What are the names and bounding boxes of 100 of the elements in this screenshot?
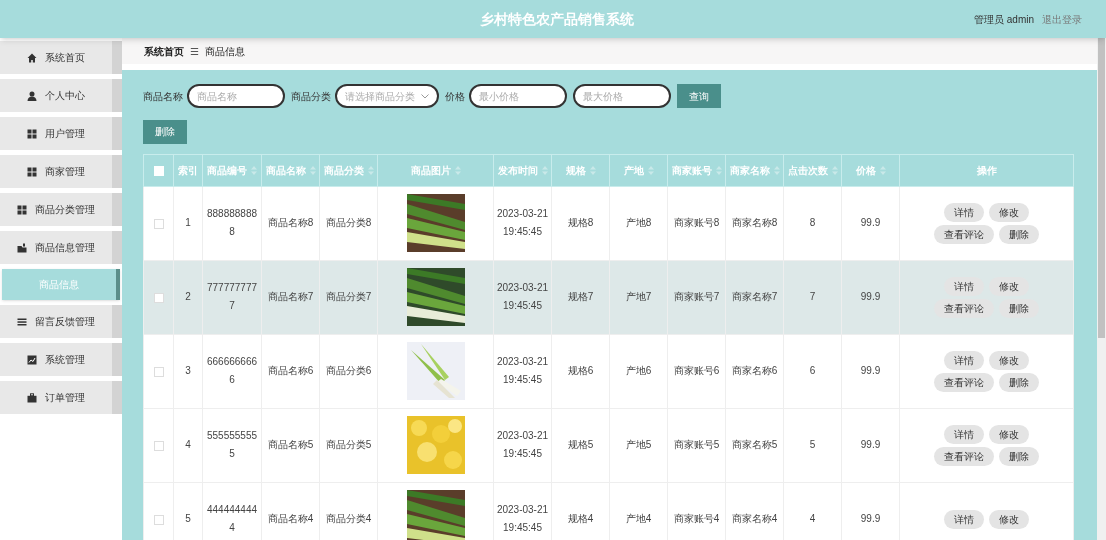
- sidebar-item[interactable]: 订单管理: [0, 381, 122, 414]
- sidebar-item[interactable]: 留言反馈管理: [0, 305, 122, 338]
- scrollbar[interactable]: [1097, 38, 1106, 540]
- table-cell-text: 商品名称8: [267, 216, 314, 230]
- delete-row-button[interactable]: 删除: [999, 224, 1039, 244]
- table-cell-text: 规格8: [567, 216, 594, 230]
- breadcrumb-link[interactable]: 系统首页: [144, 43, 184, 59]
- sort-icon[interactable]: [367, 165, 374, 175]
- delete-row-button[interactable]: 删除: [999, 298, 1039, 318]
- table-cell-text: 3: [185, 364, 191, 378]
- table-cell-text: 商家名称5: [731, 438, 778, 452]
- column-header: 商品图片: [410, 163, 451, 178]
- sidebar-item[interactable]: 商家管理: [0, 155, 122, 188]
- edit-button[interactable]: 修改: [989, 276, 1029, 296]
- table-cell-text: 2023-03-21 19:45:45: [496, 281, 549, 313]
- table-row[interactable]: 2 7777777777 商品名称7 商品分类7 2023-03-21 19:45:45 规格7 产地7 商家账号7 商家名称7 7 99.9 详情 修改 查看评论 删除: [143, 260, 1074, 334]
- table-cell-text: 商家名称6: [731, 364, 778, 378]
- delete-row-button[interactable]: 删除: [999, 446, 1039, 466]
- table-cell-text: 产地4: [625, 512, 652, 526]
- sidebar-item[interactable]: 用户管理: [0, 117, 122, 150]
- column-header: 产地: [623, 163, 644, 178]
- table-cell-text: 7777777777: [205, 281, 259, 313]
- table-cell-text: 商品名称5: [267, 438, 314, 452]
- table-cell-text: 4: [809, 512, 816, 526]
- filter-label: 商品名称: [143, 89, 183, 104]
- edit-button[interactable]: 修改: [989, 509, 1029, 529]
- table-cell-text: 6: [809, 364, 816, 378]
- table-cell-text: 商品分类4: [325, 512, 372, 526]
- filter-label: 商品分类: [291, 89, 331, 104]
- table-cell-text: 7: [809, 290, 816, 304]
- table-row[interactable]: 5 4444444444 商品名称4 商品分类4 2023-03-21 19:45:45 规格4 产地4 商家账号4 商家名称4 4 99.9 详情 修改: [143, 482, 1074, 540]
- sort-icon[interactable]: [831, 165, 838, 175]
- min-price-field[interactable]: 最小价格: [469, 84, 567, 108]
- table-cell-text: 商品名称7: [267, 290, 314, 304]
- column-header: 商家名称: [729, 163, 770, 178]
- edit-button[interactable]: 修改: [989, 202, 1029, 222]
- sort-icon[interactable]: [251, 165, 257, 175]
- max-price-field[interactable]: 最大价格: [573, 84, 671, 108]
- table-cell-text: 规格7: [567, 290, 594, 304]
- column-header: 操作: [976, 163, 997, 178]
- name-field[interactable]: 商品名称: [187, 84, 285, 108]
- sort-icon[interactable]: [541, 165, 548, 175]
- detail-button[interactable]: 详情: [944, 350, 984, 370]
- grid-icon: [27, 128, 37, 139]
- briefcase-icon: [27, 392, 37, 403]
- table-row[interactable]: 3 6666666666 商品名称6 商品分类6 2023-03-21 19:45:45 规格6 产地6 商家账号6 商家名称6 6 99.9 详情 修改 查看评论 删除: [143, 334, 1074, 408]
- filter-label: 价格: [445, 89, 465, 104]
- row-checkbox[interactable]: [153, 514, 164, 525]
- table-cell-text: 产地8: [625, 216, 652, 230]
- sort-icon[interactable]: [589, 165, 596, 175]
- table-cell-text: 4: [185, 438, 191, 452]
- comments-button[interactable]: 查看评论: [934, 224, 994, 244]
- sort-icon[interactable]: [715, 165, 722, 175]
- detail-button[interactable]: 详情: [944, 276, 984, 296]
- row-checkbox[interactable]: [153, 366, 164, 377]
- table-cell-text: 2023-03-21 19:45:45: [496, 207, 549, 239]
- detail-button[interactable]: 详情: [944, 424, 984, 444]
- sidebar-item[interactable]: 个人中心: [0, 79, 122, 112]
- table-cell-text: 5: [809, 438, 816, 452]
- breadcrumb-current: 商品信息: [205, 44, 245, 59]
- delete-row-button[interactable]: 删除: [999, 372, 1039, 392]
- table-cell-text: 99.9: [860, 290, 881, 304]
- folder-icon: [17, 242, 27, 253]
- sort-icon[interactable]: [454, 165, 461, 175]
- detail-button[interactable]: 详情: [944, 202, 984, 222]
- table-cell-text: 商家账号6: [673, 364, 720, 378]
- sidebar-item[interactable]: 系统首页: [0, 41, 122, 74]
- select-all-checkbox[interactable]: [153, 165, 164, 176]
- sort-icon[interactable]: [647, 165, 654, 175]
- comments-button[interactable]: 查看评论: [934, 298, 994, 318]
- sort-icon[interactable]: [309, 165, 316, 175]
- column-header: 商品编号: [207, 163, 247, 178]
- column-header: 发布时间: [497, 163, 538, 178]
- sidebar-item[interactable]: 商品信息管理: [0, 231, 122, 264]
- app-title: 乡村特色农产品销售系统: [480, 9, 634, 29]
- table-cell-text: 99.9: [860, 364, 881, 378]
- sidebar-item[interactable]: 商品分类管理: [0, 193, 122, 226]
- table-row[interactable]: 1 8888888888 商品名称8 商品分类8 2023-03-21 19:45:45 规格8 产地8 商家账号8 商家名称8 8 99.9 详情 修改 查看评论 删除: [143, 186, 1074, 260]
- detail-button[interactable]: 详情: [944, 509, 984, 529]
- edit-button[interactable]: 修改: [989, 424, 1029, 444]
- row-checkbox[interactable]: [153, 218, 164, 229]
- sort-icon[interactable]: [773, 165, 780, 175]
- comments-button[interactable]: 查看评论: [934, 446, 994, 466]
- edit-button[interactable]: 修改: [989, 350, 1029, 370]
- table-cell-text: 商品分类5: [325, 438, 372, 452]
- sidebar-item[interactable]: 系统管理: [0, 343, 122, 376]
- delete-button[interactable]: 删除: [143, 119, 187, 144]
- row-checkbox[interactable]: [153, 440, 164, 451]
- table-cell-text: 商家名称7: [731, 290, 778, 304]
- table-cell-text: 商家名称4: [731, 512, 778, 526]
- search-button[interactable]: 查询: [677, 84, 721, 108]
- table-cell-text: 商家名称8: [731, 216, 778, 230]
- user-label: 管理员 admin: [974, 12, 1034, 27]
- table-row[interactable]: 4 5555555555 商品名称5 商品分类5 2023-03-21 19:45:45 规格5 产地5 商家账号5 商家名称5 5 99.9 详情 修改 查看评论 删除: [143, 408, 1074, 482]
- table-cell-text: 产地6: [625, 364, 652, 378]
- row-checkbox[interactable]: [153, 292, 164, 303]
- grid-icon: [17, 204, 27, 215]
- sort-icon[interactable]: [879, 165, 886, 175]
- table-cell-text: 商品名称6: [267, 364, 314, 378]
- comments-button[interactable]: 查看评论: [934, 372, 994, 392]
